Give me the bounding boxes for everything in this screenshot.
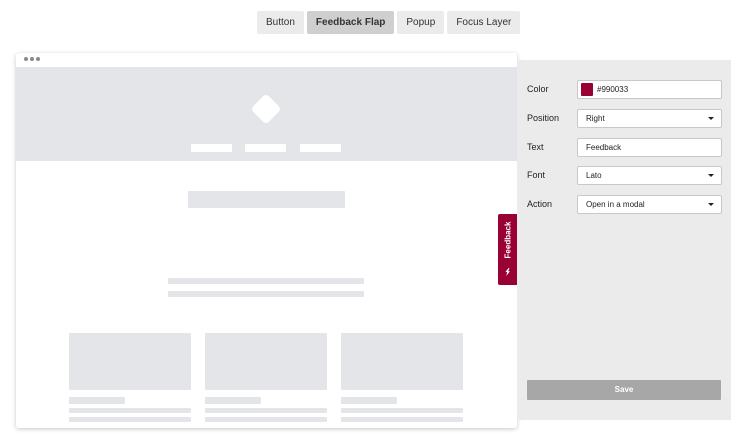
feedback-flap-label: Feedback bbox=[503, 221, 512, 259]
chevron-down-icon bbox=[708, 203, 714, 206]
action-select[interactable]: Open in a modal bbox=[577, 195, 722, 214]
browser-toolbar bbox=[16, 53, 517, 67]
text-line-placeholder bbox=[168, 278, 364, 284]
window-dot-icon bbox=[36, 57, 40, 61]
save-button[interactable]: Save bbox=[527, 380, 721, 400]
card-image-placeholder bbox=[69, 333, 191, 390]
text-input[interactable]: Feedback bbox=[577, 138, 722, 157]
font-value: Lato bbox=[586, 171, 602, 180]
chevron-down-icon bbox=[708, 117, 714, 120]
position-row: Position Right bbox=[527, 109, 722, 128]
hero-placeholder bbox=[16, 67, 517, 161]
card-title-placeholder bbox=[341, 397, 397, 404]
font-label: Font bbox=[527, 170, 546, 180]
logo-placeholder bbox=[250, 93, 282, 125]
nav-placeholder bbox=[245, 144, 286, 152]
font-select[interactable]: Lato bbox=[577, 166, 722, 185]
position-label: Position bbox=[527, 113, 560, 123]
color-input[interactable]: #990033 bbox=[577, 80, 722, 99]
tab-popup[interactable]: Popup bbox=[397, 11, 445, 34]
card-image-placeholder bbox=[205, 333, 327, 390]
color-label: Color bbox=[527, 84, 549, 94]
card-text-placeholder bbox=[205, 408, 327, 413]
title-placeholder bbox=[188, 191, 345, 208]
card-title-placeholder bbox=[69, 397, 125, 404]
window-dot-icon bbox=[30, 57, 34, 61]
action-label: Action bbox=[527, 199, 553, 209]
feedback-flap[interactable]: Feedback bbox=[498, 214, 517, 285]
position-value: Right bbox=[586, 114, 605, 123]
text-value: Feedback bbox=[586, 143, 622, 152]
card-title-placeholder bbox=[205, 397, 261, 404]
mode-tabs: Button Feedback Flap Popup Focus Layer bbox=[257, 11, 521, 34]
action-row: Action Open in a modal bbox=[527, 195, 722, 214]
card-text-placeholder bbox=[341, 417, 463, 422]
card-text-placeholder bbox=[69, 417, 191, 422]
tab-focus-layer[interactable]: Focus Layer bbox=[447, 11, 521, 34]
feedback-logo-icon bbox=[505, 268, 510, 276]
card-text-placeholder bbox=[69, 408, 191, 413]
window-dot-icon bbox=[24, 57, 28, 61]
card-image-placeholder bbox=[341, 333, 463, 390]
chevron-down-icon bbox=[708, 174, 714, 177]
action-value: Open in a modal bbox=[586, 200, 645, 209]
nav-placeholder bbox=[300, 144, 341, 152]
text-line-placeholder bbox=[168, 291, 364, 297]
color-row: Color #990033 bbox=[527, 80, 722, 99]
tab-feedback-flap[interactable]: Feedback Flap bbox=[306, 11, 395, 34]
font-row: Font Lato bbox=[527, 166, 722, 185]
card-text-placeholder bbox=[341, 408, 463, 413]
text-row: Text Feedback bbox=[527, 138, 722, 157]
browser-preview bbox=[16, 53, 517, 428]
tab-button[interactable]: Button bbox=[257, 11, 304, 34]
nav-placeholder bbox=[191, 144, 232, 152]
color-swatch[interactable] bbox=[581, 83, 593, 96]
settings-panel: Color #990033 Position Right Text Feedba… bbox=[517, 60, 731, 420]
card-text-placeholder bbox=[205, 417, 327, 422]
color-value: #990033 bbox=[597, 85, 629, 94]
text-label: Text bbox=[527, 142, 544, 152]
position-select[interactable]: Right bbox=[577, 109, 722, 128]
